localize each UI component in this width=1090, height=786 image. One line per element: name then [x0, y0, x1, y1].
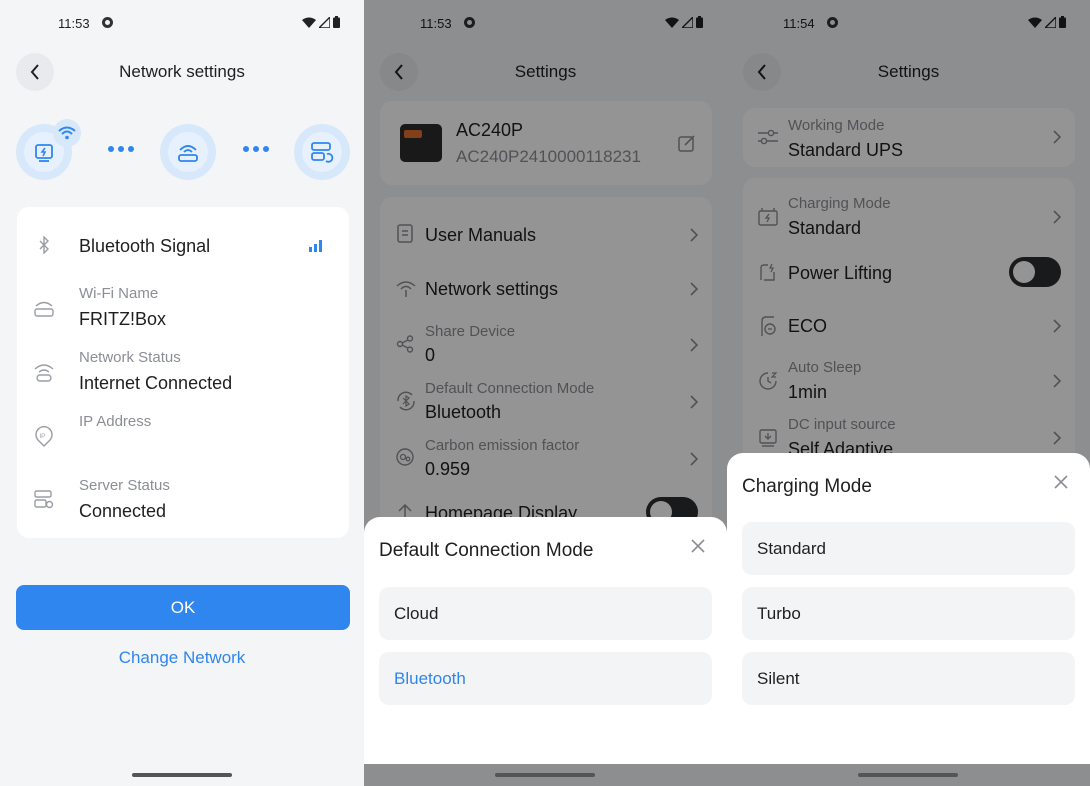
router-node — [160, 124, 216, 180]
option-standard[interactable]: Standard — [742, 522, 1075, 575]
power-station-icon — [35, 144, 53, 162]
close-icon[interactable] — [1052, 473, 1070, 491]
router-icon — [178, 145, 198, 162]
status-settings-icon — [102, 17, 113, 28]
status-icons — [302, 16, 340, 28]
home-indicator[interactable] — [858, 773, 958, 777]
sheet-title: Default Connection Mode — [379, 540, 594, 561]
default-connection-sheet: Default Connection Mode Cloud Bluetooth — [364, 517, 727, 764]
signal-status-icon — [319, 16, 330, 28]
ip-icon: IP — [33, 425, 55, 447]
server-status-row: Server Status Connected — [33, 477, 333, 525]
page-title: Network settings — [119, 62, 245, 81]
option-turbo[interactable]: Turbo — [742, 587, 1075, 640]
change-network-link[interactable]: Change Network — [0, 648, 364, 668]
bluetooth-signal-row: Bluetooth Signal — [33, 234, 333, 258]
signal-strength-icon — [309, 240, 323, 252]
sheet-title: Charging Mode — [742, 476, 872, 497]
wifi-name-row: Wi-Fi Name FRITZ!Box — [33, 285, 333, 333]
home-indicator[interactable] — [495, 773, 595, 777]
server-node — [294, 124, 350, 180]
ok-button[interactable]: OK — [16, 585, 350, 630]
network-status-icon — [33, 361, 55, 383]
battery-status-icon — [333, 16, 340, 28]
network-status-label: Network Status — [79, 349, 181, 366]
ip-address-label: IP Address — [79, 413, 152, 430]
network-settings-screen: 11:53 Network settings Bluetooth Signal … — [0, 0, 364, 786]
network-status-row: Network Status Internet Connected — [33, 349, 333, 397]
server-status-value: Connected — [79, 501, 167, 521]
router-icon — [33, 297, 55, 319]
connection-dots — [243, 146, 269, 152]
option-bluetooth[interactable]: Bluetooth — [379, 652, 712, 705]
home-indicator[interactable] — [132, 773, 232, 777]
wifi-status-icon — [302, 17, 316, 28]
network-info-card: Bluetooth Signal Wi-Fi Name FRITZ!Box Ne… — [17, 207, 349, 538]
option-cloud[interactable]: Cloud — [379, 587, 712, 640]
server-status-label: Server Status — [79, 477, 170, 494]
settings-screen-charging: 11:54 Settings Working Mode Standard UPS… — [727, 0, 1090, 786]
wifi-icon — [53, 119, 81, 147]
option-silent[interactable]: Silent — [742, 652, 1075, 705]
server-icon — [311, 142, 334, 163]
settings-screen-connection: 11:53 Settings AC240P AC240P241000011823… — [364, 0, 727, 786]
server-icon — [33, 489, 55, 511]
svg-text:IP: IP — [40, 434, 46, 440]
ip-address-row: IP IP Address — [33, 413, 333, 461]
connection-dots — [108, 146, 134, 152]
bluetooth-icon — [33, 234, 55, 256]
bluetooth-signal-label: Bluetooth Signal — [79, 236, 211, 256]
wifi-name-value: FRITZ!Box — [79, 309, 167, 329]
close-icon[interactable] — [689, 537, 707, 555]
wifi-name-label: Wi-Fi Name — [79, 285, 159, 302]
network-status-value: Internet Connected — [79, 373, 233, 393]
status-time: 11:53 — [58, 16, 90, 31]
charging-mode-sheet: Charging Mode Standard Turbo Silent — [727, 453, 1090, 764]
